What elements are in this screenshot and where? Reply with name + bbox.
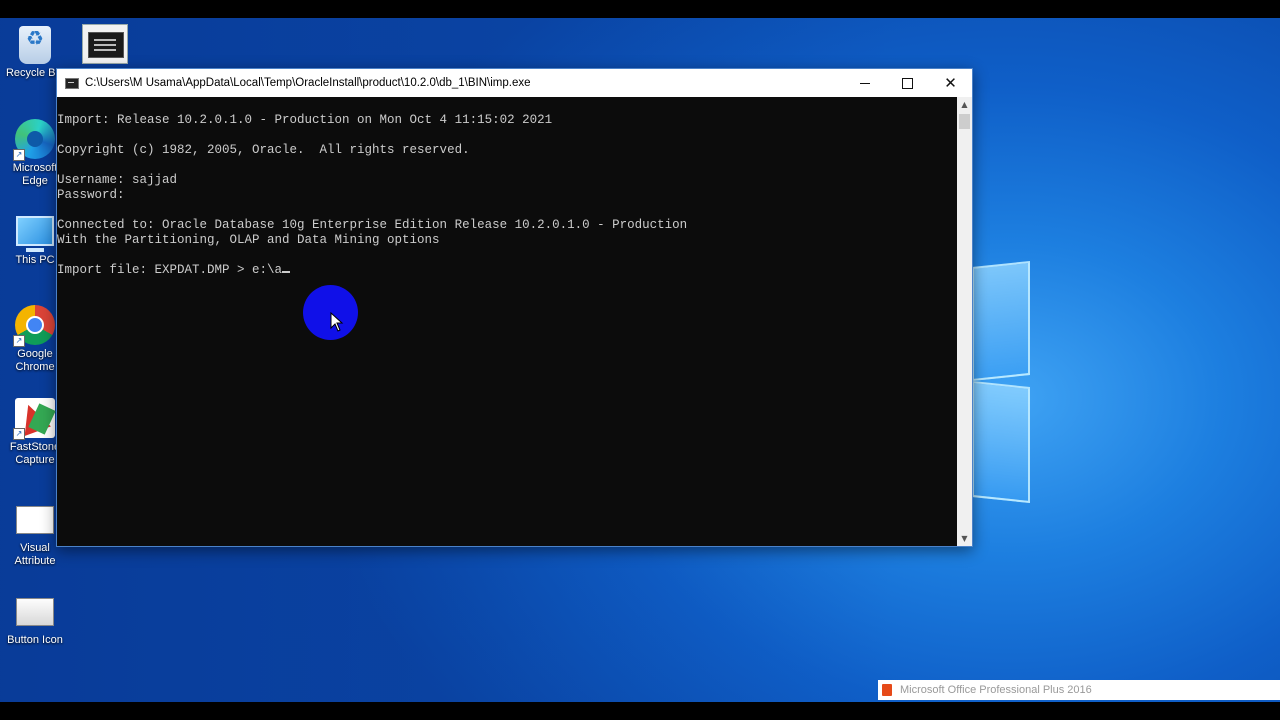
maximize-button[interactable] (886, 69, 929, 97)
minimize-button[interactable] (843, 69, 886, 97)
desktop-icon-label: Button Icon (7, 634, 63, 646)
vertical-scrollbar[interactable]: ▲ ▼ (957, 97, 972, 546)
console-input-line[interactable]: Import file: EXPDAT.DMP > e:\a (57, 263, 957, 278)
recycle-bin-icon (19, 26, 51, 64)
console-icon (65, 77, 79, 89)
console-app-icon[interactable] (82, 24, 128, 64)
import-file-prompt: Import file: EXPDAT.DMP > e:\a (57, 263, 283, 277)
office-notification[interactable]: Microsoft Office Professional Plus 2016 (878, 680, 1280, 700)
window-file-icon (16, 506, 54, 534)
console-output[interactable]: Import: Release 10.2.0.1.0 - Production … (57, 97, 957, 546)
scroll-up-icon[interactable]: ▲ (957, 97, 972, 112)
maximize-icon (902, 77, 913, 89)
faststone-icon: ↗ (13, 398, 55, 440)
console-line: Username: sajjad (57, 173, 178, 187)
window-title-bar[interactable]: C:\Users\M Usama\AppData\Local\Temp\Orac… (57, 69, 972, 97)
chrome-icon: ↗ (13, 305, 55, 347)
console-line: Connected to: Oracle Database 10g Enterp… (57, 218, 688, 232)
console-line: With the Partitioning, OLAP and Data Min… (57, 233, 440, 247)
desktop-icon-button-icon[interactable]: Button Icon (0, 592, 70, 647)
console-line: Password: (57, 188, 125, 202)
button-file-icon (16, 598, 54, 626)
window-title: C:\Users\M Usama\AppData\Local\Temp\Orac… (85, 77, 531, 89)
console-window: C:\Users\M Usama\AppData\Local\Temp\Orac… (56, 68, 973, 547)
computer-icon (16, 216, 54, 252)
letterbox-bar (0, 702, 1280, 720)
console-line: Import: Release 10.2.0.1.0 - Production … (57, 113, 553, 127)
office-icon (882, 684, 892, 696)
close-button[interactable]: ✕ (929, 69, 972, 97)
console-line: Copyright (c) 1982, 2005, Oracle. All ri… (57, 143, 470, 157)
scrollbar-thumb[interactable] (959, 114, 970, 129)
edge-icon: ↗ (13, 119, 55, 161)
close-icon: ✕ (944, 73, 957, 92)
mouse-pointer-icon (330, 312, 344, 332)
scroll-down-icon[interactable]: ▼ (957, 531, 972, 546)
minimize-icon (859, 82, 870, 84)
office-notification-text: Microsoft Office Professional Plus 2016 (900, 684, 1092, 696)
text-cursor (282, 271, 291, 273)
